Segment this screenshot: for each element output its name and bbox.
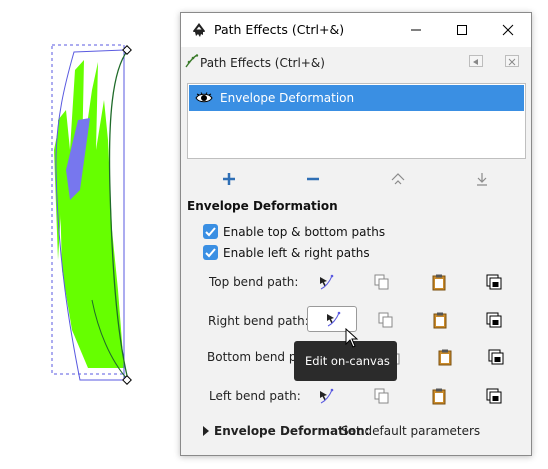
arrow-down-icon	[477, 173, 487, 186]
title-bar[interactable]: Path Effects (Ctrl+&)	[181, 13, 531, 47]
link-to-path-icon[interactable]	[485, 387, 503, 405]
link-to-path-icon[interactable]	[487, 348, 505, 366]
close-icon	[502, 24, 514, 36]
minimize-icon	[411, 29, 421, 31]
effect-item-label: Envelope Deformation	[220, 91, 355, 105]
edit-on-canvas-icon	[327, 311, 341, 327]
checkbox-label: Enable left & right paths	[223, 246, 370, 260]
inkscape-app-icon	[193, 23, 205, 37]
checkbox-label: Enable top & bottom paths	[223, 225, 386, 239]
link-to-path-icon[interactable]	[485, 273, 503, 291]
expander-text: Set default parameters	[341, 424, 481, 438]
tooltip-text: Edit on-canvas	[305, 354, 390, 368]
expander-triangle-icon	[203, 426, 209, 436]
grass-shape[interactable]	[58, 60, 124, 368]
minus-icon	[307, 177, 319, 181]
link-to-path-icon[interactable]	[485, 311, 503, 329]
paste-icon[interactable]	[430, 273, 448, 291]
maximize-icon	[457, 25, 467, 35]
panel-title: Path Effects (Ctrl+&)	[200, 56, 325, 70]
arrow-up-icon	[391, 173, 405, 185]
checkbox-checked-icon[interactable]	[203, 245, 218, 260]
close-icon	[508, 58, 516, 66]
move-down-button[interactable]	[472, 169, 492, 189]
path-effects-icon	[185, 54, 199, 68]
plus-icon	[223, 173, 235, 185]
window-title: Path Effects (Ctrl+&)	[214, 22, 345, 37]
path-effects-window: Path Effects (Ctrl+&) Path Effects (Ctrl…	[180, 12, 532, 456]
effects-list[interactable]: Envelope Deformation	[187, 83, 526, 159]
effect-item-envelope-deformation[interactable]: Envelope Deformation	[189, 85, 524, 111]
checkbox-checked-icon[interactable]	[203, 224, 218, 239]
effect-heading: Envelope Deformation	[187, 199, 338, 213]
dock-button[interactable]	[469, 55, 483, 67]
maximize-button[interactable]	[439, 13, 485, 47]
left-bend-path-label: Left bend path:	[209, 389, 301, 403]
edit-on-canvas-icon[interactable]	[317, 387, 335, 405]
eye-icon[interactable]	[195, 91, 213, 105]
move-up-button[interactable]	[388, 169, 408, 189]
paste-icon[interactable]	[431, 311, 449, 329]
right-bend-path-label: Right bend path:	[208, 314, 309, 328]
paste-icon[interactable]	[430, 387, 448, 405]
remove-effect-button[interactable]	[303, 169, 323, 189]
copy-icon[interactable]	[377, 311, 395, 329]
close-button[interactable]	[485, 13, 531, 47]
copy-icon[interactable]	[373, 273, 391, 291]
minimize-button[interactable]	[393, 13, 439, 47]
triangle-left-icon	[473, 59, 478, 65]
top-bend-path-label: Top bend path:	[209, 275, 299, 289]
edit-on-canvas-icon[interactable]	[317, 273, 335, 291]
canvas-artwork[interactable]	[0, 0, 180, 469]
mouse-cursor-icon	[345, 328, 359, 348]
copy-icon[interactable]	[373, 387, 391, 405]
add-effect-button[interactable]	[219, 169, 239, 189]
panel-header: Path Effects (Ctrl+&)	[181, 47, 531, 75]
paste-icon[interactable]	[436, 348, 454, 366]
panel-close-button[interactable]	[505, 55, 519, 67]
